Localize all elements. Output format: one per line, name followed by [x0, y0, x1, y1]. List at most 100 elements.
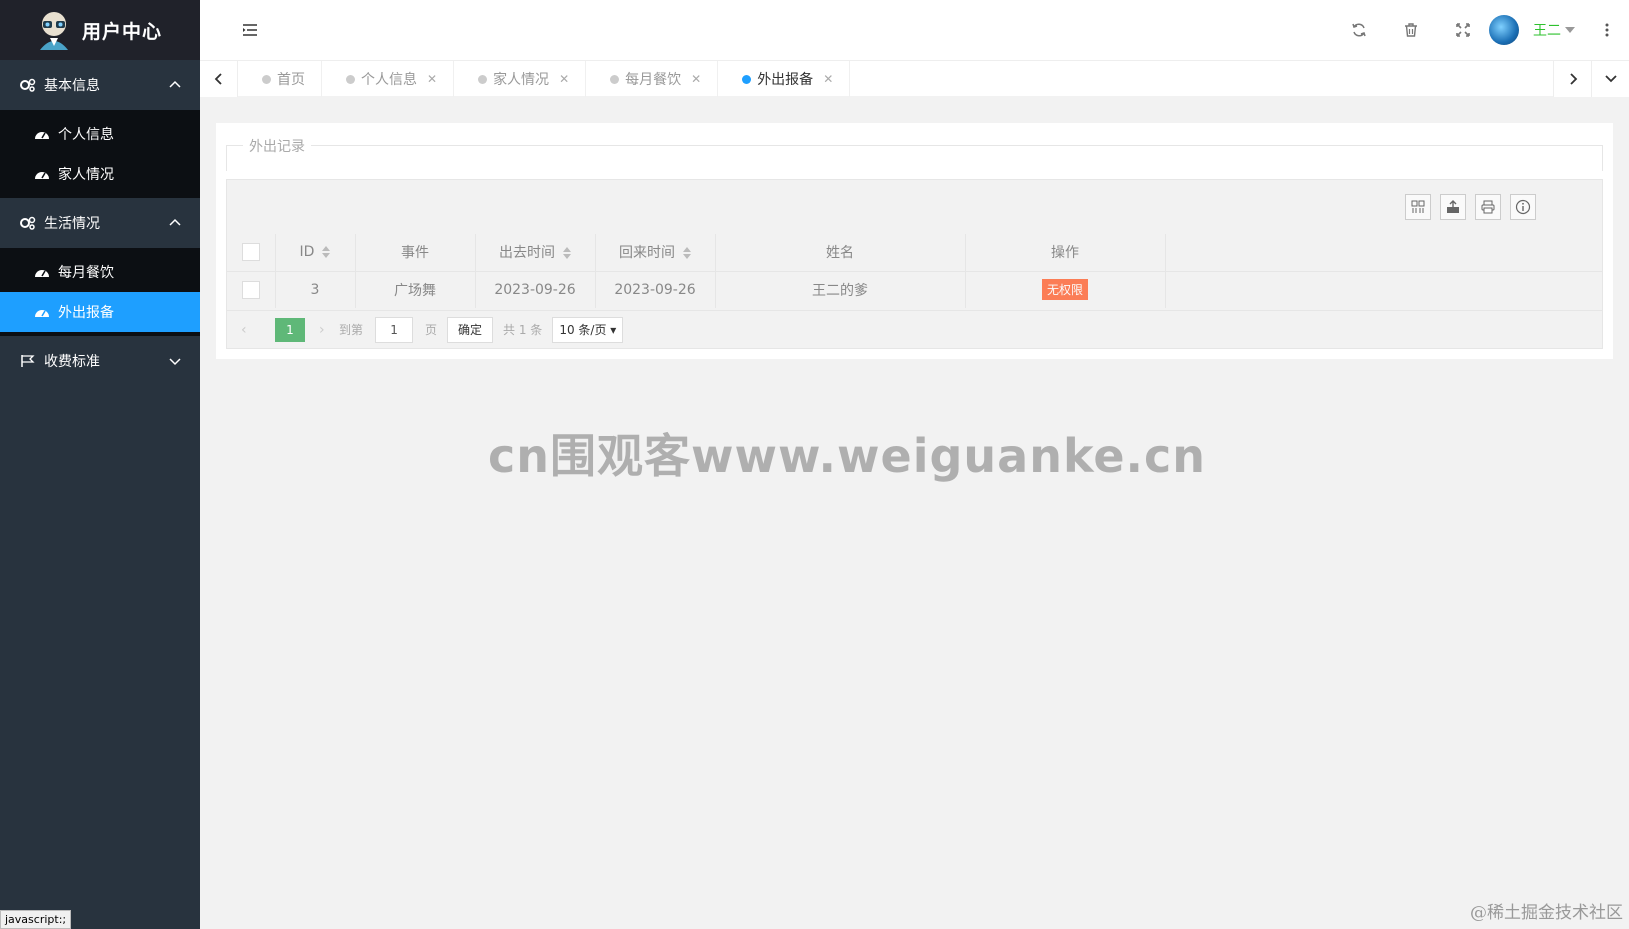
trash-icon	[1405, 23, 1417, 37]
tab-monthly-meals[interactable]: 每月餐饮 ✕	[586, 61, 719, 97]
sidebar: 用户中心 基本信息 个人信息 家人情况 生活情况 每月餐饮 外出报备 收费标准 …	[0, 0, 200, 929]
sort-icon[interactable]	[322, 246, 331, 259]
col-label: 事件	[401, 245, 429, 262]
pager-page-unit: 页	[425, 323, 438, 337]
dashboard-icon	[35, 132, 49, 139]
print-button[interactable]	[1475, 194, 1501, 220]
more-button[interactable]	[1595, 0, 1619, 60]
nav-title-basic[interactable]: 基本信息	[0, 60, 200, 110]
more-icon	[1605, 23, 1609, 37]
cell-back-time: 2023-09-26	[595, 270, 716, 308]
col-label: 姓名	[826, 245, 854, 262]
flag-icon	[21, 355, 35, 367]
pager-current-page[interactable]: 1	[275, 317, 305, 342]
col-back-time[interactable]: 回来时间	[595, 234, 716, 271]
col-action: 操作	[965, 234, 1166, 271]
fieldset-legend: 外出记录	[243, 136, 311, 156]
pagination: ‹ 1 › 到第 1 页 确定 共 1 条 10 条/页 ▾	[227, 310, 1602, 348]
tab-label: 每月餐饮	[625, 72, 682, 88]
col-name: 姓名	[715, 234, 966, 271]
content-panel: 外出记录 ID 事件 出去时间 回来时间 姓名 操作 3 广场舞 2023-09…	[216, 123, 1613, 359]
print-icon	[1481, 200, 1495, 214]
table-row: 3 广场舞 2023-09-26 2023-09-26 王二的爹 无权限	[227, 270, 1602, 308]
sidebar-item-monthly-meals[interactable]: 每月餐饮	[0, 252, 200, 292]
avatar[interactable]	[1489, 15, 1519, 45]
nav-group-life: 生活情况 每月餐饮 外出报备	[0, 198, 200, 336]
caret-down-icon[interactable]	[1565, 27, 1575, 33]
pager-prev-button[interactable]: ‹	[241, 322, 261, 338]
cell-name: 王二的爹	[715, 270, 966, 308]
tab-bar: 首页 个人信息 ✕ 家人情况 ✕ 每月餐饮 ✕ 外出报备 ✕	[200, 60, 1629, 97]
tab-dot	[346, 74, 355, 84]
tab-scroll-right-button[interactable]	[1553, 61, 1591, 97]
records-table: ID 事件 出去时间 回来时间 姓名 操作 3 广场舞 2023-09-26 2…	[227, 234, 1602, 308]
select-all-cell	[227, 234, 276, 271]
cell-out-time: 2023-09-26	[475, 270, 596, 308]
sidebar-item-outing-report[interactable]: 外出报备	[0, 292, 200, 332]
close-icon[interactable]: ✕	[427, 72, 437, 86]
pager-goto-input[interactable]: 1	[375, 316, 414, 343]
sort-icon[interactable]	[683, 247, 691, 260]
nav-title-life[interactable]: 生活情况	[0, 198, 200, 248]
col-label: 操作	[1051, 245, 1079, 262]
dashboard-icon	[35, 310, 49, 317]
tab-menu-button[interactable]	[1591, 61, 1629, 97]
tab-home[interactable]: 首页	[238, 61, 322, 97]
col-filler	[1165, 234, 1602, 271]
export-icon	[1447, 200, 1459, 213]
close-icon[interactable]: ✕	[559, 72, 569, 86]
data-table: ID 事件 出去时间 回来时间 姓名 操作 3 广场舞 2023-09-26 2…	[226, 179, 1603, 349]
tab-dot	[478, 74, 488, 84]
cell-action: 无权限	[965, 270, 1166, 308]
col-label: ID	[299, 244, 315, 261]
tab-label: 外出报备	[757, 72, 814, 88]
dashboard-icon	[35, 172, 49, 179]
tab-dot	[262, 74, 271, 84]
nav-group-fees: 收费标准	[0, 336, 200, 386]
cell-event: 广场舞	[355, 270, 476, 308]
col-id[interactable]: ID	[275, 234, 356, 271]
chevron-right-icon	[1569, 73, 1577, 85]
pager-size-select[interactable]: 10 条/页 ▾	[552, 316, 624, 343]
cell-id: 3	[275, 270, 356, 308]
nav-title-label: 收费标准	[44, 354, 100, 370]
header: 王二	[200, 0, 1629, 60]
tab-label: 首页	[277, 72, 305, 88]
chevron-up-icon	[169, 218, 181, 226]
export-button[interactable]	[1440, 194, 1466, 220]
info-icon	[1515, 199, 1531, 215]
fullscreen-button[interactable]	[1437, 0, 1489, 60]
sidebar-item-family[interactable]: 家人情况	[0, 154, 200, 194]
nav-group-basic: 基本信息 个人信息 家人情况	[0, 60, 200, 198]
cell-filler	[1165, 270, 1602, 308]
dashboard-icon	[35, 270, 49, 277]
info-button[interactable]	[1510, 194, 1536, 220]
columns-button[interactable]	[1405, 194, 1431, 220]
select-all-checkbox[interactable]	[241, 243, 260, 262]
col-out-time[interactable]: 出去时间	[475, 234, 596, 271]
tab-outing-report[interactable]: 外出报备 ✕	[718, 61, 851, 97]
tab-scroll-left-button[interactable]	[200, 61, 238, 97]
sort-icon[interactable]	[563, 247, 571, 260]
no-permission-badge[interactable]: 无权限	[1041, 279, 1088, 301]
tab-personal-info[interactable]: 个人信息 ✕	[322, 61, 455, 97]
nav-children-basic: 个人信息 家人情况	[0, 110, 200, 198]
pager-next-button[interactable]: ›	[319, 322, 339, 338]
sidebar-item-personal-info[interactable]: 个人信息	[0, 114, 200, 154]
tab-family[interactable]: 家人情况 ✕	[454, 61, 587, 97]
refresh-button[interactable]	[1333, 0, 1385, 60]
close-icon[interactable]: ✕	[823, 72, 833, 86]
close-icon[interactable]: ✕	[691, 72, 701, 86]
sidebar-item-label: 个人信息	[58, 127, 114, 143]
nav-title-fees[interactable]: 收费标准	[0, 336, 200, 386]
chevron-left-icon	[214, 73, 222, 85]
tab-label: 个人信息	[361, 72, 417, 88]
user-name[interactable]: 王二	[1533, 20, 1561, 40]
columns-icon	[1411, 200, 1425, 213]
nav-children-life: 每月餐饮 外出报备	[0, 248, 200, 336]
tab-list: 首页 个人信息 ✕ 家人情况 ✕ 每月餐饮 ✕ 外出报备 ✕	[238, 61, 851, 97]
row-checkbox[interactable]	[241, 280, 260, 299]
clear-cache-button[interactable]	[1385, 0, 1437, 60]
pager-confirm-button[interactable]: 确定	[447, 316, 494, 343]
menu-toggle-icon[interactable]	[242, 22, 258, 38]
